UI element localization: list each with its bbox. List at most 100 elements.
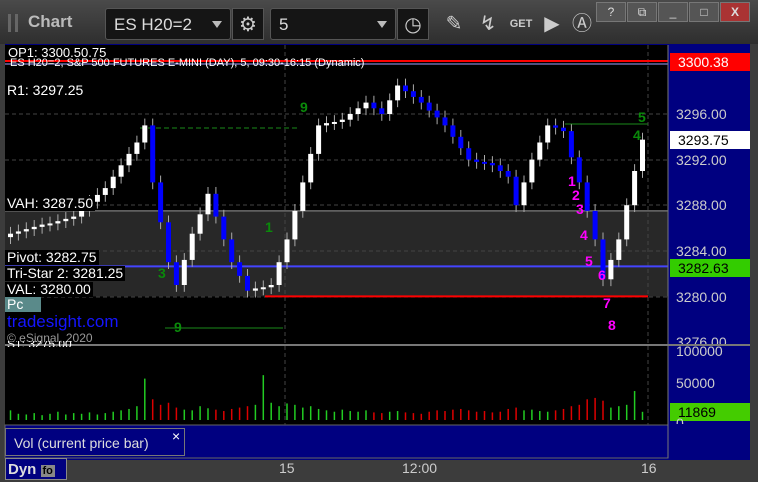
- dyn-button[interactable]: Dyn fo: [5, 458, 67, 480]
- candle: [458, 136, 464, 149]
- sequence-counter: 5: [585, 253, 593, 269]
- candle: [379, 108, 385, 114]
- chart-header: ES H20=2, S&P 500 FUTURES E-MINI (DAY), …: [10, 57, 365, 69]
- level-vah: VAH: 3287.50: [5, 195, 96, 211]
- candle: [576, 157, 582, 183]
- candle: [308, 153, 314, 183]
- sequence-counter: 4: [580, 227, 588, 243]
- price-tick: 3296.00: [676, 106, 727, 122]
- candle: [616, 239, 622, 260]
- level-val: VAL: 3280.00: [5, 281, 93, 297]
- high-price-tag: 3300.38: [670, 53, 750, 71]
- candle: [482, 161, 487, 164]
- candle: [150, 125, 156, 183]
- sequence-counter: 7: [603, 295, 611, 311]
- sequence-counter: 3: [158, 265, 166, 281]
- candle: [640, 139, 645, 171]
- candle: [632, 171, 638, 206]
- candle: [395, 85, 401, 101]
- volume-tick: 50000: [676, 375, 715, 391]
- candle: [47, 223, 53, 226]
- candle: [166, 222, 171, 263]
- candle: [489, 163, 495, 166]
- value-area-shade: [5, 210, 668, 297]
- candle: [545, 125, 551, 143]
- candle: [505, 171, 511, 177]
- volume-pane: [5, 346, 668, 425]
- pc-label: Pc: [5, 297, 41, 312]
- level-tristar: Tri-Star 2: 3281.25: [5, 265, 126, 281]
- candle: [355, 108, 361, 114]
- sequence-counter: 9: [300, 99, 308, 115]
- level-s1: S1: 3275.00: [5, 341, 74, 347]
- price-tick: 3280.00: [676, 289, 727, 305]
- candle: [537, 142, 543, 160]
- candle: [324, 123, 329, 126]
- candle: [213, 193, 219, 217]
- candle: [450, 125, 456, 137]
- sequence-counter: 3: [576, 201, 584, 217]
- volume-tick: 0: [676, 416, 684, 424]
- candle: [561, 127, 566, 132]
- time-tick: 12:00: [402, 460, 438, 476]
- chart-canvas[interactable]: 95412345678913: [0, 0, 758, 482]
- candle: [31, 226, 37, 230]
- candle: [284, 239, 290, 263]
- candle: [55, 221, 61, 224]
- candle: [71, 216, 77, 219]
- candle: [387, 100, 393, 114]
- volume-study-tab[interactable]: Vol (current price bar): [5, 428, 185, 456]
- candle: [339, 119, 345, 122]
- close-study-icon[interactable]: ×: [172, 428, 180, 444]
- candle: [418, 96, 424, 103]
- candle: [410, 91, 416, 97]
- candle: [584, 182, 590, 211]
- candle: [268, 285, 274, 288]
- candle: [197, 214, 203, 234]
- candle: [331, 121, 337, 124]
- candle: [118, 165, 124, 177]
- candle: [276, 262, 282, 285]
- candle: [237, 262, 243, 276]
- candle: [229, 239, 235, 263]
- volume-tick: 100000: [676, 343, 723, 359]
- candle: [466, 148, 472, 160]
- candle: [189, 233, 195, 260]
- candle: [292, 210, 298, 240]
- price-tick: 3292.00: [676, 152, 727, 168]
- candle: [39, 224, 45, 227]
- candle: [245, 275, 250, 291]
- candle: [23, 229, 29, 232]
- watermark: tradesight.com: [7, 312, 119, 331]
- candle: [608, 259, 614, 280]
- candle: [205, 193, 211, 215]
- candle: [347, 114, 353, 120]
- last-price-tag: 3293.75: [670, 131, 750, 149]
- sequence-counter: 1: [265, 219, 273, 235]
- candle: [63, 218, 69, 222]
- candle: [474, 159, 480, 162]
- level-pivot: Pivot: 3282.75: [5, 249, 99, 265]
- candle: [521, 182, 527, 206]
- time-tick: 15: [279, 460, 295, 476]
- candle: [134, 142, 140, 154]
- price-tick: 3284.00: [676, 243, 727, 259]
- candle: [426, 102, 432, 111]
- level-r1: R1: 3297.25: [5, 82, 86, 98]
- sequence-counter: 8: [608, 317, 616, 333]
- candle: [553, 125, 559, 128]
- price-pane: [5, 45, 668, 345]
- candle: [173, 262, 179, 285]
- price-tick: 3288.00: [676, 197, 727, 213]
- fit-icon[interactable]: fo: [40, 465, 55, 477]
- candle: [371, 102, 377, 109]
- candle: [403, 85, 408, 92]
- dyn-label: Dyn: [8, 461, 37, 478]
- candle: [497, 165, 503, 171]
- candle: [442, 117, 448, 126]
- line-price-tag: 3282.63: [670, 259, 750, 277]
- candle: [592, 210, 598, 240]
- candle: [529, 159, 535, 183]
- candle: [513, 176, 519, 206]
- candle: [181, 259, 187, 285]
